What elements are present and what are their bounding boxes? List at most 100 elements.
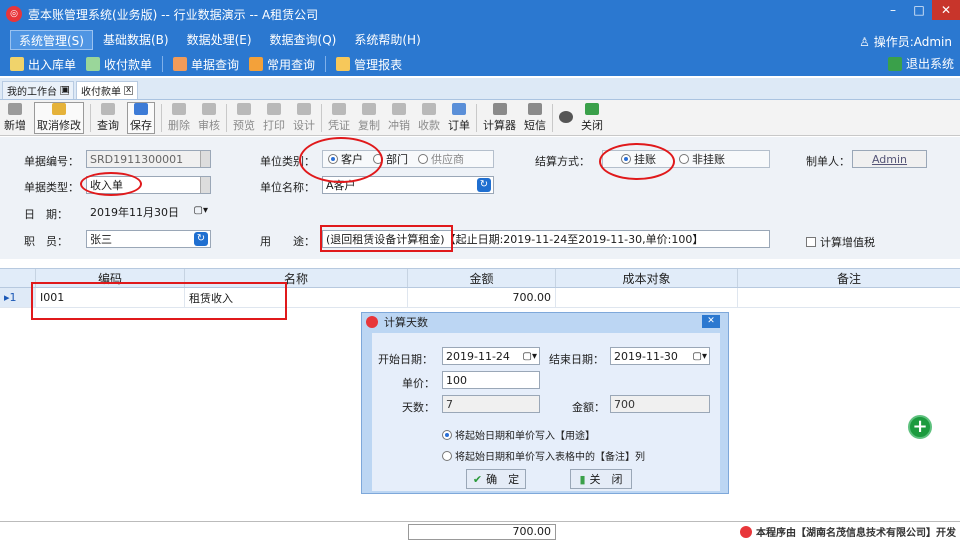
minimize-button[interactable]: – [880,0,906,20]
radio-write-purpose[interactable]: 将起始日期和单价写入【用途】 [442,427,595,442]
calculator-button[interactable]: 计算器 [483,102,516,133]
tab-workbench[interactable]: 我的工作台 ▣ [2,81,74,99]
design-button[interactable]: 设计 [293,102,315,133]
dialog-close-button[interactable]: ▮ 关 闭 [570,469,632,489]
quick-stock-doc[interactable]: 出入库单 [10,56,76,73]
document-tabs: 我的工作台 ▣ 收付款单 x [0,78,960,100]
staff-label: 职 员： [24,235,68,248]
price-value: 100 [446,373,467,387]
staff-field[interactable]: 张三 ↻ [86,230,211,248]
pencil-icon [52,102,66,115]
radio-not-on-account-label: 非挂账 [692,153,725,166]
save-button[interactable]: 保存 [127,101,155,134]
quick-bar: 出入库单 收付款单 单据查询 常用查询 管理报表 退出系统 [0,52,960,76]
maximize-button[interactable]: □ [906,0,932,20]
col-amount[interactable]: 金额 [408,269,556,287]
preview-button[interactable]: 预览 [233,102,255,133]
radio-selected-icon [442,429,452,440]
reverse-button[interactable]: 冲销 [388,102,410,133]
quick-payment-doc[interactable]: 收付款单 [86,56,152,73]
sms-button[interactable]: 短信 [524,102,546,133]
copy-button[interactable]: 复制 [358,102,380,133]
window-controls: – □ ✕ [880,0,960,22]
menu-basic-data[interactable]: 基础数据(B) [95,30,177,50]
divider [321,103,322,132]
exit-system-button[interactable]: 退出系统 [887,55,954,72]
query-button[interactable]: 查询 [97,102,119,133]
quick-doc-query[interactable]: 单据查询 [173,56,239,73]
radio-department-label: 部门 [386,153,408,166]
close-label: 关闭 [581,118,603,132]
delete-icon [172,102,186,115]
options-button[interactable] [559,110,573,125]
calendar-icon[interactable]: ▢▾ [194,205,208,216]
refresh-icon[interactable]: ↻ [194,232,208,246]
cancel-edit-button[interactable]: 取消修改 [34,101,84,134]
refresh-icon[interactable]: ↻ [477,178,491,192]
quick-stock-doc-label: 出入库单 [28,57,77,72]
reverse-label: 冲销 [388,118,410,132]
tab-workbench-icon: ▣ [60,85,70,95]
radio-not-on-account[interactable]: 非挂账 [679,151,725,167]
add-row-icon[interactable]: + [908,415,932,439]
copy-icon [362,102,376,115]
audit-icon [202,102,216,115]
menu-help[interactable]: 系统帮助(H) [346,30,428,50]
cell-amount[interactable]: 700.00 [408,288,556,307]
add-icon [8,102,22,115]
radio-write-note[interactable]: 将起始日期和单价写入表格中的【备注】列 [442,448,645,463]
date-label: 日 期： [24,208,68,221]
end-date-picker[interactable]: 2019-11-30 ▢▾ [610,347,710,365]
tab-payment-doc[interactable]: 收付款单 x [76,81,138,99]
vat-label: 计算增值税 [820,236,875,249]
design-label: 设计 [293,118,315,132]
print-button[interactable]: 打印 [263,102,285,133]
menu-data-query[interactable]: 数据查询(Q) [262,30,345,50]
end-date-value: 2019-11-30 [614,349,678,363]
ok-button[interactable]: ✔ 确 定 [466,469,526,489]
quick-common-query[interactable]: 常用查询 [249,56,315,73]
price-input[interactable]: 100 [442,371,540,389]
annotation-rect-row [31,282,287,320]
cell-note[interactable] [738,288,960,307]
amount-label: 金额： [572,401,605,414]
close-tab-icon[interactable]: x [124,86,133,95]
start-date-value: 2019-11-24 [446,349,510,363]
voucher-button[interactable]: 凭证 [328,102,350,133]
date-picker[interactable]: 2019年11月30日 ▢▾ [86,203,211,221]
new-button[interactable]: 新增 [4,102,26,133]
radio-supplier[interactable]: 供应商 [418,151,464,167]
order-button[interactable]: 订单 [448,102,470,133]
close-window-button[interactable]: ✕ [932,0,960,20]
dialog-close-icon[interactable]: ✕ [702,315,720,328]
calendar-icon[interactable]: ▢▾ [693,351,707,362]
printer-icon [267,102,281,115]
doc-no-field[interactable]: SRD1911300001 [86,150,211,168]
close-button[interactable]: 关闭 [581,102,603,133]
divider [162,56,164,72]
divider [90,103,91,132]
menu-system[interactable]: 系统管理(S) [10,30,93,50]
dialog-close-label: 关 闭 [589,473,623,486]
copy-label: 复制 [358,118,380,132]
user-icon: ♙ [859,35,870,49]
dropdown-icon[interactable] [200,151,210,167]
delete-button[interactable]: 删除 [168,102,190,133]
dropdown-icon[interactable] [200,177,210,193]
menu-data-process[interactable]: 数据处理(E) [179,30,260,50]
col-note[interactable]: 备注 [738,269,960,287]
receive-button[interactable]: 收款 [418,102,440,133]
doc-no-label: 单据编号： [24,155,79,168]
vat-checkbox[interactable]: 计算增值税 [806,234,875,250]
audit-button[interactable]: 审核 [198,102,220,133]
order-icon [452,102,466,115]
calendar-icon[interactable]: ▢▾ [523,351,537,362]
start-date-picker[interactable]: 2019-11-24 ▢▾ [442,347,540,365]
quick-reports[interactable]: 管理报表 [336,56,402,73]
divider [161,103,162,132]
radio-write-purpose-label: 将起始日期和单价写入【用途】 [455,431,595,442]
divider [476,103,477,132]
doc-type-label: 单据类型： [24,181,79,194]
cell-cost-object[interactable] [556,288,738,307]
col-cost-object[interactable]: 成本对象 [556,269,738,287]
